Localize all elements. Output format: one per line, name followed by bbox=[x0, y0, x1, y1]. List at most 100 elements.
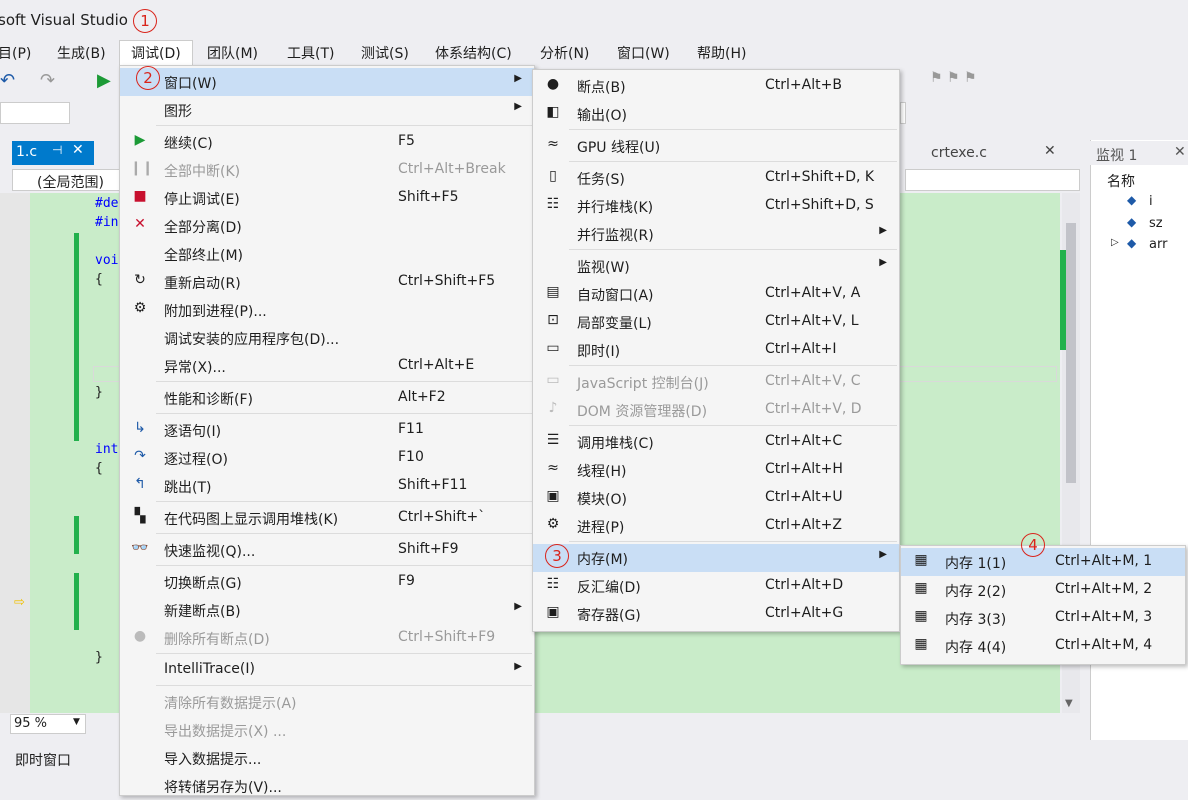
window-menu-item[interactable]: 监视(W) ▶ bbox=[533, 252, 899, 280]
menu-help[interactable]: 帮助(H) bbox=[697, 43, 746, 63]
change-bar bbox=[74, 365, 79, 385]
close-tab-icon[interactable]: ✕ bbox=[1044, 143, 1056, 159]
menu-analyze[interactable]: 分析(N) bbox=[540, 43, 589, 63]
debug-menu-item[interactable]: ▚ 在代码图上显示调用堆栈(K) Ctrl+Shift+` bbox=[120, 504, 534, 532]
debug-menu-item[interactable]: 将转储另存为(V)... bbox=[120, 772, 534, 800]
debug-menu-item[interactable]: ⚙ 附加到进程(P)... bbox=[120, 296, 534, 324]
window-menu-item[interactable]: ♪ DOM 资源管理器(D) Ctrl+Alt+V, D bbox=[533, 396, 899, 424]
debug-menu-item[interactable]: 调试安装的应用程序包(D)... bbox=[120, 324, 534, 352]
window-menu-item[interactable]: ⊡ 局部变量(L) Ctrl+Alt+V, L bbox=[533, 308, 899, 336]
member-dropdown[interactable] bbox=[905, 169, 1080, 191]
debug-menu-item[interactable]: ↳ 逐语句(I) F11 bbox=[120, 416, 534, 444]
debug-menu-item[interactable]: ▶ 继续(C) F5 bbox=[120, 128, 534, 156]
code-line: int bbox=[95, 441, 119, 457]
pin-icon[interactable]: ⊣ bbox=[52, 143, 62, 157]
window-menu-item[interactable]: ▣ 寄存器(G) Ctrl+Alt+G bbox=[533, 600, 899, 628]
menu-team[interactable]: 团队(M) bbox=[207, 43, 258, 63]
debug-menu-item[interactable]: ❙❙ 全部中断(K) Ctrl+Alt+Break bbox=[120, 156, 534, 184]
window-menu-item[interactable]: ☰ 调用堆栈(C) Ctrl+Alt+C bbox=[533, 428, 899, 456]
memory-menu-item[interactable]: ▦ 内存 2(2) Ctrl+Alt+M, 2 bbox=[901, 576, 1185, 604]
tab-crtexe[interactable]: crtexe.c bbox=[931, 145, 987, 161]
debug-menu-item[interactable]: 性能和诊断(F) Alt+F2 bbox=[120, 384, 534, 412]
debug-menu-item[interactable]: 导出数据提示(X) ... bbox=[120, 716, 534, 744]
debug-menu-item[interactable]: 窗口(W) ▶ bbox=[120, 68, 534, 96]
scope-dropdown[interactable]: (全局范围) bbox=[12, 169, 120, 191]
menu-separator bbox=[156, 533, 532, 534]
window-menu-item[interactable]: ▣ 模块(O) Ctrl+Alt+U bbox=[533, 484, 899, 512]
menu-window[interactable]: 窗口(W) bbox=[617, 43, 670, 63]
menu-separator bbox=[569, 249, 897, 250]
dom-explorer-icon: ♪ bbox=[548, 400, 558, 416]
debug-menu-item[interactable]: 清除所有数据提示(A) bbox=[120, 688, 534, 716]
debug-menu-item[interactable]: ● 删除所有断点(D) Ctrl+Shift+F9 bbox=[120, 624, 534, 652]
menu-debug[interactable]: 调试(D) bbox=[131, 43, 181, 63]
window-menu-item[interactable]: ▤ 自动窗口(A) Ctrl+Alt+V, A bbox=[533, 280, 899, 308]
watch-title[interactable]: 监视 1 bbox=[1096, 145, 1137, 165]
zoom-dropdown[interactable]: 95 % ▼ bbox=[10, 714, 86, 734]
debug-menu-item[interactable]: ↰ 跳出(T) Shift+F11 bbox=[120, 472, 534, 500]
window-menu-item-label: JavaScript 控制台(J) bbox=[577, 376, 709, 392]
memory-menu-item[interactable]: ▦ 内存 1(1) Ctrl+Alt+M, 1 bbox=[901, 548, 1185, 576]
close-icon[interactable]: ✕ bbox=[1174, 144, 1186, 160]
change-bar bbox=[74, 402, 79, 422]
menu-test[interactable]: 测试(S) bbox=[361, 43, 409, 63]
window-menu-item[interactable]: ≈ GPU 线程(U) bbox=[533, 132, 899, 160]
window-menu-item-shortcut: Ctrl+Alt+I bbox=[765, 341, 837, 357]
window-menu-item[interactable]: ▭ JavaScript 控制台(J) Ctrl+Alt+V, C bbox=[533, 368, 899, 396]
tab-1c[interactable]: 1.c ⊣ ✕ bbox=[12, 141, 94, 165]
watch-item-arr[interactable]: arr bbox=[1149, 237, 1167, 252]
window-menu-item[interactable]: ▯ 任务(S) Ctrl+Shift+D, K bbox=[533, 164, 899, 192]
window-menu-item[interactable]: 并行监视(R) ▶ bbox=[533, 220, 899, 248]
menu-tools[interactable]: 工具(T) bbox=[287, 43, 334, 63]
change-bar bbox=[74, 421, 79, 441]
scroll-down-icon[interactable]: ▼ bbox=[1065, 698, 1073, 709]
debug-menu-item[interactable]: IntelliTrace(I) ▶ bbox=[120, 656, 534, 684]
debug-menu-item[interactable]: ↷ 逐过程(O) F10 bbox=[120, 444, 534, 472]
redo-icon[interactable]: ↷ bbox=[40, 70, 55, 91]
immediate-window-title[interactable]: 即时窗口 bbox=[15, 750, 71, 770]
window-menu-item[interactable]: ☷ 反汇编(D) Ctrl+Alt+D bbox=[533, 572, 899, 600]
watch-item-sz[interactable]: sz bbox=[1149, 216, 1163, 231]
window-menu-item[interactable]: ⚙ 进程(P) Ctrl+Alt+Z bbox=[533, 512, 899, 540]
debug-menu-item[interactable]: 切换断点(G) F9 bbox=[120, 568, 534, 596]
toolbar-dropdown[interactable] bbox=[900, 102, 906, 124]
window-menu-item-shortcut: Ctrl+Alt+V, D bbox=[765, 401, 862, 417]
window-menu-item[interactable]: ≈ 线程(H) Ctrl+Alt+H bbox=[533, 456, 899, 484]
menu-project[interactable]: 目(P) bbox=[0, 43, 31, 63]
window-menu-item-label: 并行监视(R) bbox=[577, 228, 654, 244]
undo-icon[interactable]: ↶ bbox=[0, 70, 15, 91]
debug-menu-item[interactable]: 👓 快速监视(Q)... Shift+F9 bbox=[120, 536, 534, 564]
debug-menu-item-label: 附加到进程(P)... bbox=[164, 304, 267, 320]
code-line: } bbox=[95, 385, 103, 400]
debug-menu-item[interactable]: ■ 停止调试(E) Shift+F5 bbox=[120, 184, 534, 212]
memory-menu-item[interactable]: ▦ 内存 3(3) Ctrl+Alt+M, 3 bbox=[901, 604, 1185, 632]
scroll-thumb[interactable] bbox=[1066, 223, 1076, 483]
memory-menu-item[interactable]: ▦ 内存 4(4) Ctrl+Alt+M, 4 bbox=[901, 632, 1185, 660]
restart-icon: ↻ bbox=[134, 272, 146, 288]
debug-menu-item[interactable]: 图形 ▶ bbox=[120, 96, 534, 124]
debug-menu-item[interactable]: ✕ 全部分离(D) bbox=[120, 212, 534, 240]
debug-menu-item-label: 新建断点(B) bbox=[164, 604, 241, 620]
start-debug-icon[interactable]: ▶ bbox=[97, 70, 111, 91]
debug-menu-item[interactable]: 新建断点(B) ▶ bbox=[120, 596, 534, 624]
window-menu-item[interactable]: ▭ 即时(I) Ctrl+Alt+I bbox=[533, 336, 899, 364]
close-icon[interactable]: ✕ bbox=[72, 142, 84, 158]
bookmark-icons[interactable]: ⚑ ⚑ ⚑ bbox=[930, 70, 977, 86]
menu-separator bbox=[156, 653, 532, 654]
debug-menu-item[interactable]: 异常(X)... Ctrl+Alt+E bbox=[120, 352, 534, 380]
debug-menu-item[interactable]: 全部终止(M) bbox=[120, 240, 534, 268]
debug-menu-item-label: 导入数据提示... bbox=[164, 752, 262, 768]
debug-menu-item[interactable]: ↻ 重新启动(R) Ctrl+Shift+F5 bbox=[120, 268, 534, 296]
memory-menu-item-shortcut: Ctrl+Alt+M, 4 bbox=[1055, 637, 1153, 653]
watch-item-i[interactable]: i bbox=[1149, 194, 1153, 209]
expand-icon[interactable]: ▷ bbox=[1111, 237, 1119, 248]
window-menu-item[interactable]: 内存(M) ▶ bbox=[533, 544, 899, 572]
submenu-arrow-icon: ▶ bbox=[514, 661, 522, 672]
solution-config-dropdown[interactable] bbox=[0, 102, 70, 124]
window-menu-item[interactable]: ● 断点(B) Ctrl+Alt+B bbox=[533, 72, 899, 100]
window-menu-item[interactable]: ◧ 输出(O) bbox=[533, 100, 899, 128]
menu-build[interactable]: 生成(B) bbox=[57, 43, 106, 63]
debug-menu-item[interactable]: 导入数据提示... bbox=[120, 744, 534, 772]
menu-architecture[interactable]: 体系结构(C) bbox=[435, 43, 512, 63]
window-menu-item[interactable]: ☷ 并行堆栈(K) Ctrl+Shift+D, S bbox=[533, 192, 899, 220]
